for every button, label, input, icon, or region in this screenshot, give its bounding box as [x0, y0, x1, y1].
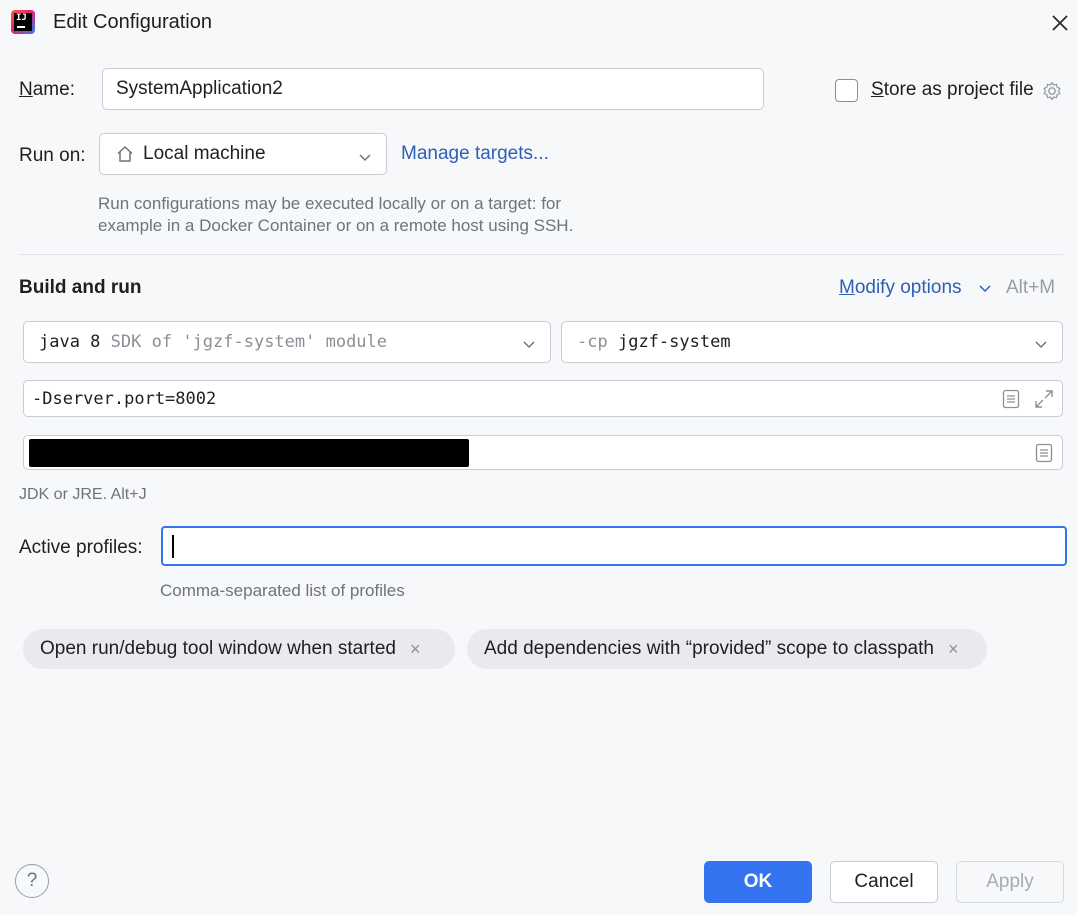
classpath-module-select[interactable]: -cp jgzf-system [561, 321, 1063, 363]
modify-options-shortcut: Alt+M [1006, 277, 1056, 298]
chevron-down-icon [522, 336, 536, 356]
window-title: Edit Configuration [53, 11, 212, 33]
app-logo-icon: IJ [11, 10, 35, 34]
modify-options-chevron-icon[interactable] [978, 279, 992, 301]
store-as-project-file-label[interactable]: Store as project file [871, 79, 1034, 101]
chip-add-provided-dependencies[interactable]: Add dependencies with “provided” scope t… [467, 629, 987, 669]
chevron-down-icon [1034, 336, 1048, 356]
jdk-hint: JDK or JRE. Alt+J [19, 486, 147, 503]
redacted-block [29, 439, 469, 467]
remove-icon[interactable]: × [948, 639, 959, 660]
sdk-select[interactable]: java 8 SDK of 'jgzf-system' module [23, 321, 551, 363]
cp-prefix: -cp [577, 332, 608, 352]
manage-targets-link[interactable]: Manage targets... [401, 143, 549, 165]
close-icon[interactable] [1048, 11, 1072, 35]
sdk-value: java 8 [39, 332, 101, 352]
name-label: Name: [19, 79, 75, 100]
chip-open-run-debug-window[interactable]: Open run/debug tool window when started … [23, 629, 455, 669]
home-icon [115, 144, 135, 164]
apply-button[interactable]: Apply [956, 861, 1064, 903]
active-profiles-input[interactable] [161, 526, 1067, 566]
expand-icon[interactable] [1033, 388, 1055, 415]
text-cursor [172, 535, 174, 558]
document-icon[interactable] [1002, 389, 1020, 414]
build-and-run-title: Build and run [19, 277, 142, 298]
modify-options-link[interactable]: Modify options [839, 277, 962, 299]
help-button[interactable]: ? [15, 864, 49, 898]
run-on-hint-line-1: Run configurations may be executed local… [98, 194, 562, 213]
active-profiles-label: Active profiles: [19, 537, 143, 558]
vm-options-input[interactable]: -Dserver.port=8002 [23, 380, 1063, 417]
chevron-down-icon [358, 148, 372, 170]
sdk-detail: SDK of 'jgzf-system' module [110, 332, 388, 352]
cp-value: jgzf-system [617, 332, 731, 352]
remove-icon[interactable]: × [410, 639, 421, 660]
active-profiles-hint: Comma-separated list of profiles [160, 581, 405, 600]
main-class-input[interactable] [23, 435, 1063, 470]
document-icon[interactable] [1035, 443, 1053, 469]
section-divider [19, 254, 1063, 255]
store-as-project-file-checkbox[interactable] [835, 79, 858, 102]
run-on-label: Run on: [19, 145, 86, 166]
name-input[interactable]: SystemApplication2 [102, 68, 764, 110]
run-on-hint-line-2: example in a Docker Container or on a re… [98, 216, 574, 235]
run-on-select[interactable]: Local machine [99, 133, 387, 175]
gear-icon[interactable] [1041, 80, 1063, 102]
cancel-button[interactable]: Cancel [830, 861, 938, 903]
ok-button[interactable]: OK [704, 861, 812, 903]
